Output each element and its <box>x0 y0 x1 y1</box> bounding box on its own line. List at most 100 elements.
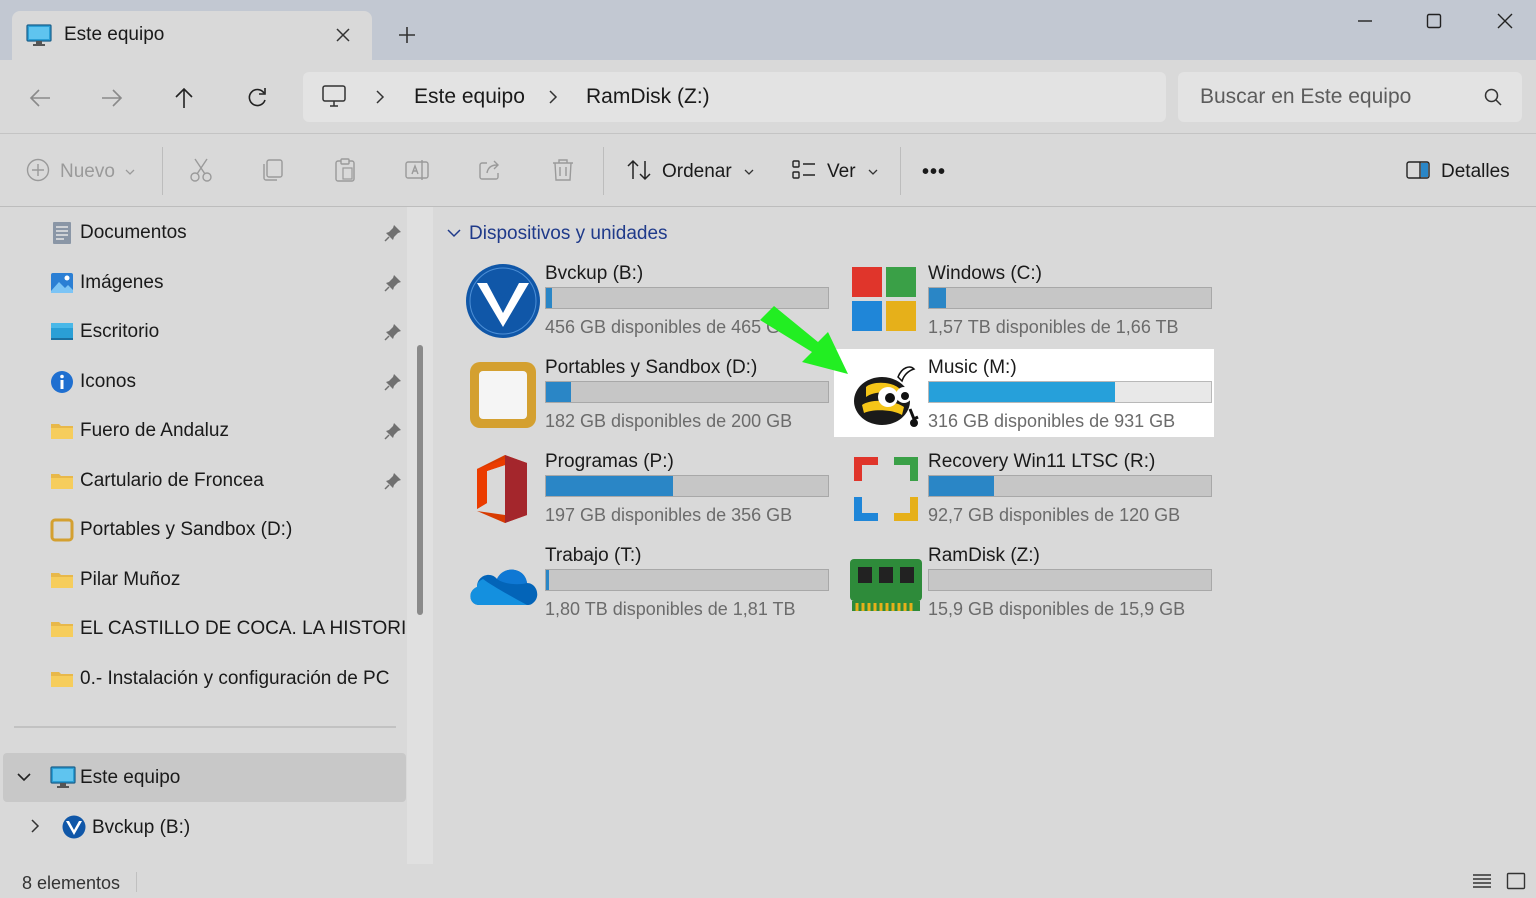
drive-tile-trabajo[interactable]: Trabajo (T:) 1,80 TB disponibles de 1,81… <box>451 537 831 625</box>
chevron-right-icon[interactable] <box>370 87 390 107</box>
trash-icon <box>550 157 576 188</box>
sidebar-item-pilar-munoz[interactable]: Pilar Muñoz <box>0 556 420 602</box>
delete-button[interactable] <box>550 155 576 189</box>
sidebar-item-castillo-de-coca[interactable]: EL CASTILLO DE COCA. LA HISTORIA, EL ART… <box>0 605 420 651</box>
pin-icon[interactable] <box>384 274 402 297</box>
rename-button[interactable] <box>404 155 430 189</box>
computer-icon[interactable] <box>321 84 347 113</box>
chevron-down-icon[interactable] <box>447 225 461 243</box>
divider <box>14 726 396 728</box>
breadcrumb-ramdisk[interactable]: RamDisk (Z:) <box>586 85 710 109</box>
sidebar-item-portables-sandbox[interactable]: Portables y Sandbox (D:) <box>0 506 420 552</box>
sort-icon <box>626 158 652 187</box>
minimize-icon[interactable] <box>1345 6 1385 36</box>
command-bar: Nuevo Ordenar Ver ••• Detalles <box>0 135 1536 207</box>
view-label: Ver <box>827 161 856 182</box>
drive-usage-bar <box>545 381 829 403</box>
paste-button[interactable] <box>332 155 358 189</box>
pin-icon[interactable] <box>384 323 402 346</box>
drive-name: Trabajo (T:) <box>545 545 642 566</box>
details-view-icon[interactable] <box>1470 870 1494 892</box>
more-options-button[interactable]: ••• <box>922 155 946 189</box>
sidebar-item-escritorio[interactable]: Escritorio <box>0 308 420 354</box>
tiles-view-icon[interactable] <box>1504 870 1528 892</box>
tab-este-equipo[interactable]: Este equipo <box>12 11 372 60</box>
chevron-down-icon[interactable] <box>17 769 31 787</box>
breadcrumb-este-equipo[interactable]: Este equipo <box>414 85 525 109</box>
sort-label: Ordenar <box>662 161 732 182</box>
search-input[interactable]: Buscar en Este equipo <box>1178 72 1522 122</box>
sidebar-item-iconos[interactable]: Iconos <box>0 358 420 404</box>
sidebar-item-cartulario-de-froncea[interactable]: Cartulario de Froncea <box>0 457 420 503</box>
sidebar-item-label: Cartulario de Froncea <box>80 470 264 491</box>
maximize-icon[interactable] <box>1414 6 1454 36</box>
close-icon[interactable] <box>1485 6 1525 36</box>
refresh-icon[interactable] <box>239 80 275 116</box>
divider <box>900 147 901 195</box>
pin-icon[interactable] <box>384 373 402 396</box>
scissors-icon <box>188 157 214 188</box>
office-icon <box>465 451 541 527</box>
drive-tile-recovery[interactable]: Recovery Win11 LTSC (R:) 92,7 GB disponi… <box>834 443 1214 531</box>
chevron-right-icon[interactable] <box>543 87 563 107</box>
view-button[interactable]: Ver <box>791 155 878 189</box>
sidebar-scroll-thumb[interactable] <box>417 345 423 615</box>
sidebar-item-instalacion[interactable]: 0.- Instalación y configuración de PC <box>0 655 420 701</box>
sidebar-item-fuero-de-andaluz[interactable]: Fuero de Andaluz <box>0 407 420 453</box>
sidebar-item-imagenes[interactable]: Imágenes <box>0 259 420 305</box>
plus-circle-icon <box>26 158 50 187</box>
folder-icon <box>50 568 74 592</box>
sidebar-item-label: EL CASTILLO DE COCA. LA HISTORIA, EL ART… <box>80 618 406 639</box>
tab-close-icon[interactable] <box>328 20 358 50</box>
search-icon[interactable] <box>1484 88 1502 111</box>
drive-tile-windows[interactable]: Windows (C:) 1,57 TB disponibles de 1,66… <box>834 255 1214 343</box>
drive-free-space: 197 GB disponibles de 356 GB <box>545 505 793 525</box>
drive-name: Music (M:) <box>928 357 1017 378</box>
content-pane: Dispositivos y unidades Bvckup (B:) 456 … <box>433 207 1536 864</box>
plus-icon[interactable] <box>392 20 422 50</box>
drive-usage-bar <box>928 287 1212 309</box>
address-bar[interactable]: Este equipo RamDisk (Z:) <box>303 72 1166 122</box>
folder-icon <box>50 617 74 641</box>
sidebar-item-este-equipo[interactable]: Este equipo <box>3 753 406 802</box>
drive-tile-programas[interactable]: Programas (P:) 197 GB disponibles de 356… <box>451 443 831 531</box>
title-bar: Este equipo <box>0 0 1536 60</box>
copy-button[interactable] <box>260 155 286 189</box>
up-arrow-icon[interactable] <box>166 80 202 116</box>
details-button[interactable]: Detalles <box>1405 155 1510 189</box>
share-button[interactable] <box>477 155 503 189</box>
chevron-right-icon[interactable] <box>30 819 40 838</box>
new-button[interactable]: Nuevo <box>26 155 135 189</box>
recovery-icon <box>848 451 924 527</box>
sort-button[interactable]: Ordenar <box>626 155 754 189</box>
drive-tile-music[interactable]: Music (M:) 316 GB disponibles de 931 GB <box>834 349 1214 437</box>
drive-free-space: 182 GB disponibles de 200 GB <box>545 411 793 431</box>
cut-button[interactable] <box>188 155 214 189</box>
back-arrow-icon[interactable] <box>22 80 58 116</box>
tab-title: Este equipo <box>64 24 165 45</box>
status-bar: 8 elementos <box>0 864 1536 898</box>
sidebar-item-label: Bvckup (B:) <box>92 817 191 838</box>
drive-name: Windows (C:) <box>928 263 1043 284</box>
group-header-devices[interactable]: Dispositivos y unidades <box>447 223 668 245</box>
pin-icon[interactable] <box>384 224 402 247</box>
sidebar-item-label: Documentos <box>80 222 187 243</box>
pin-icon[interactable] <box>384 472 402 495</box>
drive-free-space: 92,7 GB disponibles de 120 GB <box>928 505 1181 525</box>
musicbee-icon <box>848 357 924 433</box>
pin-icon[interactable] <box>384 422 402 445</box>
drive-usage-fill <box>546 476 673 496</box>
sidebar-item-documentos[interactable]: Documentos <box>0 209 420 255</box>
windows-icon <box>848 263 924 339</box>
forward-arrow-icon[interactable] <box>94 80 130 116</box>
desktop-icon <box>50 320 74 344</box>
sidebar-item-bvckup[interactable]: Bvckup (B:) <box>0 804 420 850</box>
drive-usage-bar <box>545 569 829 591</box>
monitor-icon <box>50 765 76 794</box>
drive-usage-bar <box>928 569 1212 591</box>
copy-icon <box>260 157 286 188</box>
drive-tile-ramdisk[interactable]: RamDisk (Z:) 15,9 GB disponibles de 15,9… <box>834 537 1214 625</box>
bvckup-icon <box>465 263 541 339</box>
share-icon <box>477 157 503 188</box>
folder-icon <box>50 419 74 443</box>
